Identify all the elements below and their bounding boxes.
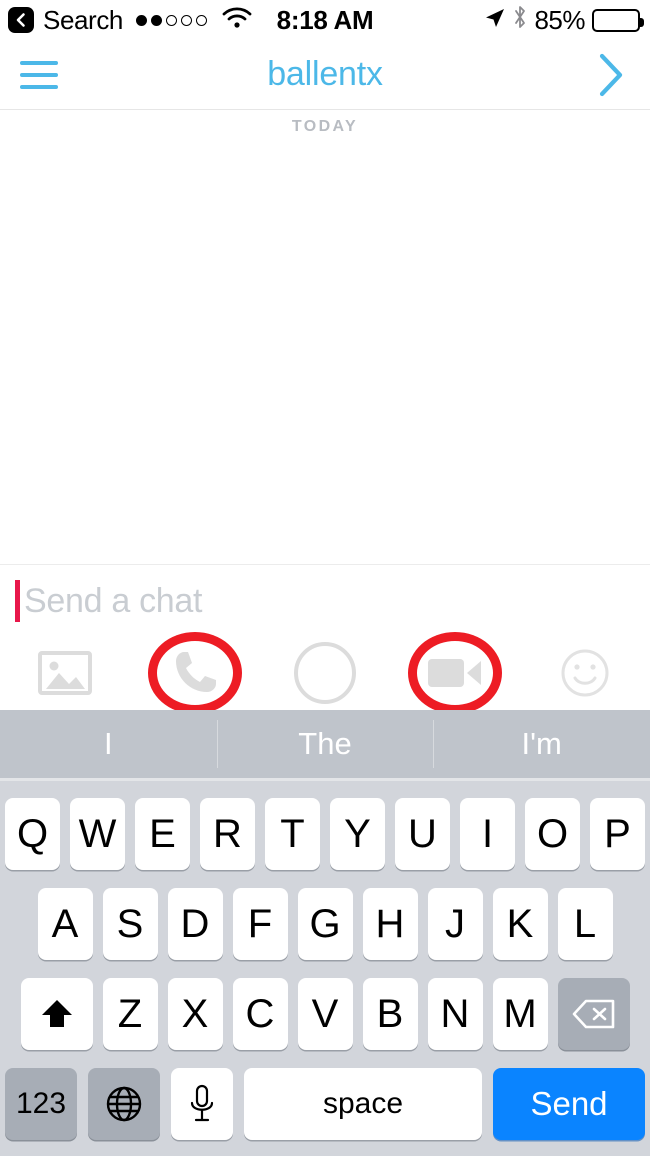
phone-screen: Search 8:18 AM 85% ballentx TODAY Send a… <box>0 0 650 1156</box>
text-cursor <box>15 580 20 622</box>
microphone-icon <box>190 1084 214 1122</box>
sticker-emoji-icon <box>561 649 609 697</box>
page-title: ballentx <box>267 55 383 93</box>
key-x[interactable]: X <box>167 978 223 1050</box>
chat-input-placeholder: Send a chat <box>24 582 203 620</box>
keyboard-row-2: A S D F G H J K L <box>0 870 650 960</box>
key-i[interactable]: I <box>460 798 515 870</box>
gallery-button[interactable] <box>0 636 130 710</box>
navigation-bar: ballentx <box>0 40 650 110</box>
suggestion-item[interactable]: I <box>0 710 217 778</box>
space-key[interactable]: space <box>244 1068 482 1140</box>
key-e[interactable]: E <box>135 798 190 870</box>
key-l[interactable]: L <box>557 888 613 960</box>
home-indicator-area <box>0 1150 650 1156</box>
suggestion-item[interactable]: The <box>216 710 434 778</box>
key-a[interactable]: A <box>37 888 93 960</box>
key-n[interactable]: N <box>427 978 483 1050</box>
globe-language-icon <box>106 1086 142 1122</box>
key-y[interactable]: Y <box>330 798 385 870</box>
key-t[interactable]: T <box>265 798 320 870</box>
key-j[interactable]: J <box>427 888 483 960</box>
backspace-key[interactable] <box>557 978 630 1050</box>
backspace-delete-icon <box>572 999 614 1029</box>
key-u[interactable]: U <box>395 798 450 870</box>
key-h[interactable]: H <box>362 888 418 960</box>
video-call-button[interactable] <box>390 632 520 714</box>
key-m[interactable]: M <box>492 978 548 1050</box>
status-bar: Search 8:18 AM 85% <box>0 0 650 40</box>
on-screen-keyboard: I The I'm Q W E R T Y U I O P A S D F G … <box>0 710 650 1156</box>
voice-call-button[interactable] <box>130 632 260 714</box>
battery-icon <box>592 8 644 32</box>
key-s[interactable]: S <box>102 888 158 960</box>
shift-key[interactable] <box>20 978 93 1050</box>
key-g[interactable]: G <box>297 888 353 960</box>
predictive-suggestion-bar: I The I'm <box>0 710 650 778</box>
language-switch-key[interactable] <box>88 1068 160 1140</box>
chat-action-icons <box>0 632 650 714</box>
video-call-icon <box>428 659 481 687</box>
gallery-icon <box>38 651 92 695</box>
send-key[interactable]: Send <box>493 1068 645 1140</box>
key-r[interactable]: R <box>200 798 255 870</box>
keyboard-row-4: 123 space Send <box>0 1050 650 1140</box>
key-z[interactable]: Z <box>102 978 158 1050</box>
chat-area-divider <box>0 564 650 565</box>
key-c[interactable]: C <box>232 978 288 1050</box>
key-w[interactable]: W <box>70 798 125 870</box>
stickers-button[interactable] <box>520 636 650 710</box>
shift-arrow-icon <box>41 1000 72 1027</box>
status-bar-clock: 8:18 AM <box>276 4 374 35</box>
chat-message-area: TODAY <box>0 110 650 565</box>
camera-button[interactable] <box>260 636 390 710</box>
chat-input-row[interactable]: Send a chat <box>0 566 650 636</box>
numeric-keyboard-key[interactable]: 123 <box>5 1068 77 1140</box>
date-separator: TODAY <box>291 118 359 135</box>
phone-call-icon <box>176 652 216 692</box>
keyboard-row-1: Q W E R T Y U I O P <box>0 781 650 870</box>
dictation-key[interactable] <box>171 1068 233 1140</box>
keyboard-row-3: Z X C V B N M <box>0 960 650 1050</box>
key-d[interactable]: D <box>167 888 223 960</box>
suggestion-item[interactable]: I'm <box>433 710 650 778</box>
key-q[interactable]: Q <box>5 798 60 870</box>
camera-shutter-icon <box>294 642 356 704</box>
chat-input-bar: Send a chat <box>0 566 650 714</box>
key-b[interactable]: B <box>362 978 418 1050</box>
key-p[interactable]: P <box>590 798 645 870</box>
key-k[interactable]: K <box>492 888 548 960</box>
key-o[interactable]: O <box>525 798 580 870</box>
key-f[interactable]: F <box>232 888 288 960</box>
key-v[interactable]: V <box>297 978 353 1050</box>
